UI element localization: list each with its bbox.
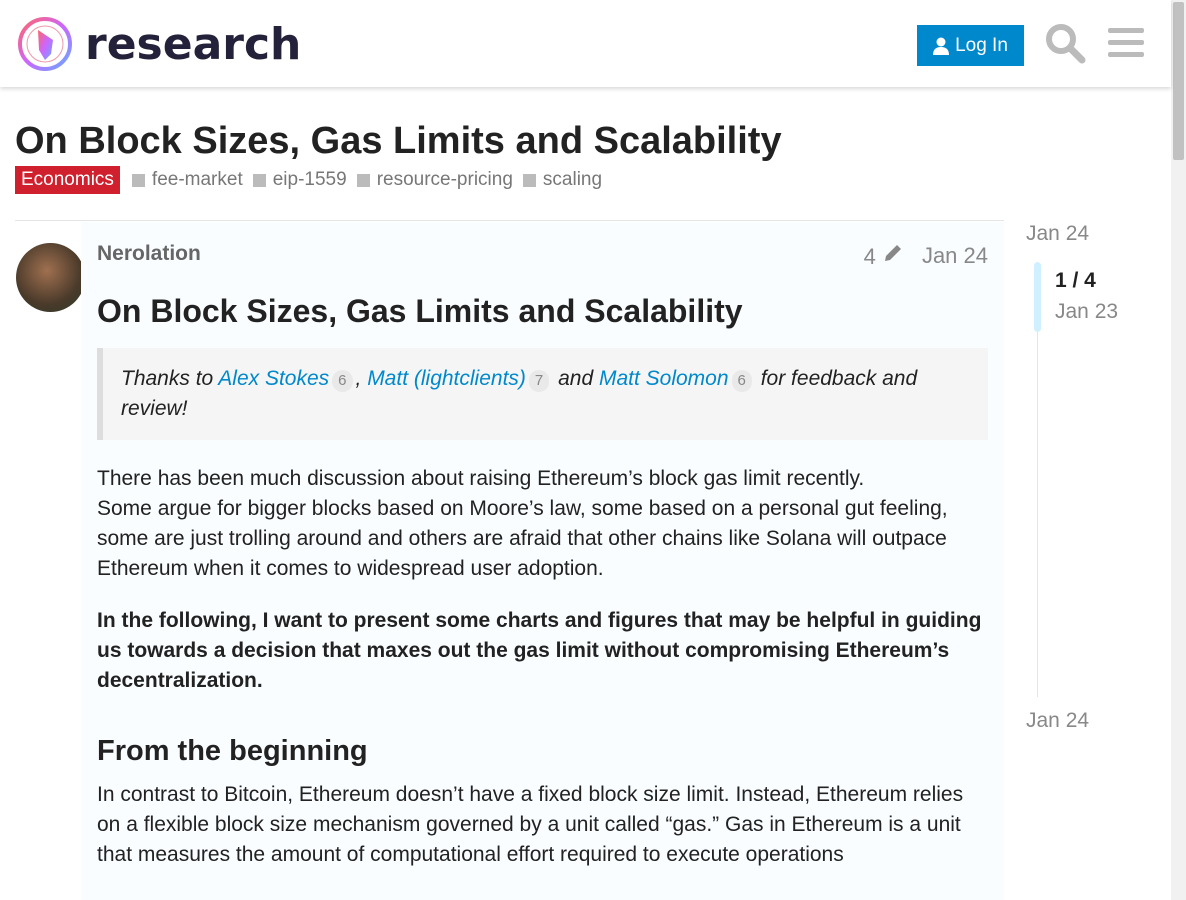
search-icon[interactable] <box>1044 22 1086 64</box>
ethereum-research-logo-icon <box>18 17 72 71</box>
link-count-badge: 6 <box>731 370 752 392</box>
paragraph: In contrast to Bitcoin, Ethereum doesn’t… <box>97 783 964 866</box>
quote-text: , <box>355 367 368 390</box>
link-count-badge: 7 <box>528 370 550 392</box>
scrollbar-thumb[interactable] <box>1173 2 1184 160</box>
site-name: research <box>85 18 302 70</box>
tag[interactable]: eip-1559 <box>252 169 347 191</box>
category-badge[interactable]: Economics <box>15 166 120 194</box>
hamburger-menu-icon[interactable] <box>1108 28 1144 58</box>
paragraph: There has been much discussion about rai… <box>97 464 988 584</box>
user-link[interactable]: Alex Stokes <box>218 367 329 390</box>
post: Nerolation 4 Jan 24 On Block Sizes, Gas … <box>81 222 1004 900</box>
post-body: On Block Sizes, Gas Limits and Scalabili… <box>97 293 988 892</box>
section-heading: From the beginning <box>97 735 368 767</box>
post-meta: 4 Jan 24 <box>864 242 988 270</box>
quote-text: Thanks to <box>121 367 219 390</box>
avatar[interactable] <box>16 243 85 312</box>
divider <box>15 220 1004 221</box>
user-link[interactable]: Matt Solomon <box>599 367 729 390</box>
tag-square-icon <box>522 173 536 187</box>
tag-square-icon <box>252 173 266 187</box>
timeline-position: 1 / 4 <box>1055 269 1096 292</box>
login-button[interactable]: Log In <box>917 25 1024 66</box>
pencil-icon <box>884 245 901 261</box>
paragraph-line: There has been much discussion about rai… <box>97 467 865 490</box>
login-label: Log In <box>955 34 1008 56</box>
post-heading: On Block Sizes, Gas Limits and Scalabili… <box>97 293 743 329</box>
tag-square-icon <box>356 173 370 187</box>
edit-count: 4 <box>863 244 876 269</box>
quote-text: and <box>552 367 599 390</box>
tag-label: fee-market <box>151 169 243 190</box>
tag-label: eip-1559 <box>272 169 347 190</box>
tag-label: scaling <box>542 169 603 190</box>
tag[interactable]: fee-market <box>131 169 243 191</box>
bold-text: In the following, I want to present some… <box>97 609 982 692</box>
acknowledgement-quote: Thanks to Alex Stokes 6, Matt (lightclien… <box>97 348 988 440</box>
timeline-start-date[interactable]: Jan 24 <box>1026 222 1089 246</box>
tag-label: resource-pricing <box>376 169 513 190</box>
topic-tags: Economics fee-market eip-1559 resource-p… <box>15 166 612 194</box>
tag-square-icon <box>131 173 145 187</box>
user-link[interactable]: Matt (lightclients) <box>367 367 526 390</box>
link-count-badge: 6 <box>332 370 353 392</box>
timeline-end-date[interactable]: Jan 24 <box>1026 709 1089 733</box>
edit-history-button[interactable]: 4 <box>864 242 904 270</box>
paragraph-line: Some argue for bigger blocks based on Mo… <box>97 497 948 580</box>
paragraph-bold: In the following, I want to present some… <box>97 606 988 696</box>
post-date[interactable]: Jan 24 <box>922 243 988 269</box>
timeline-current-date: Jan 23 <box>1055 300 1119 323</box>
topic-title[interactable]: On Block Sizes, Gas Limits and Scalabili… <box>15 120 782 163</box>
site-header: research Log In <box>0 0 1171 87</box>
site-logo[interactable]: research <box>17 16 301 72</box>
tag[interactable]: scaling <box>522 169 603 191</box>
timeline-scroller-handle[interactable] <box>1034 262 1041 332</box>
tag[interactable]: resource-pricing <box>356 169 513 191</box>
user-icon <box>933 37 950 55</box>
post-author[interactable]: Nerolation <box>97 242 201 266</box>
